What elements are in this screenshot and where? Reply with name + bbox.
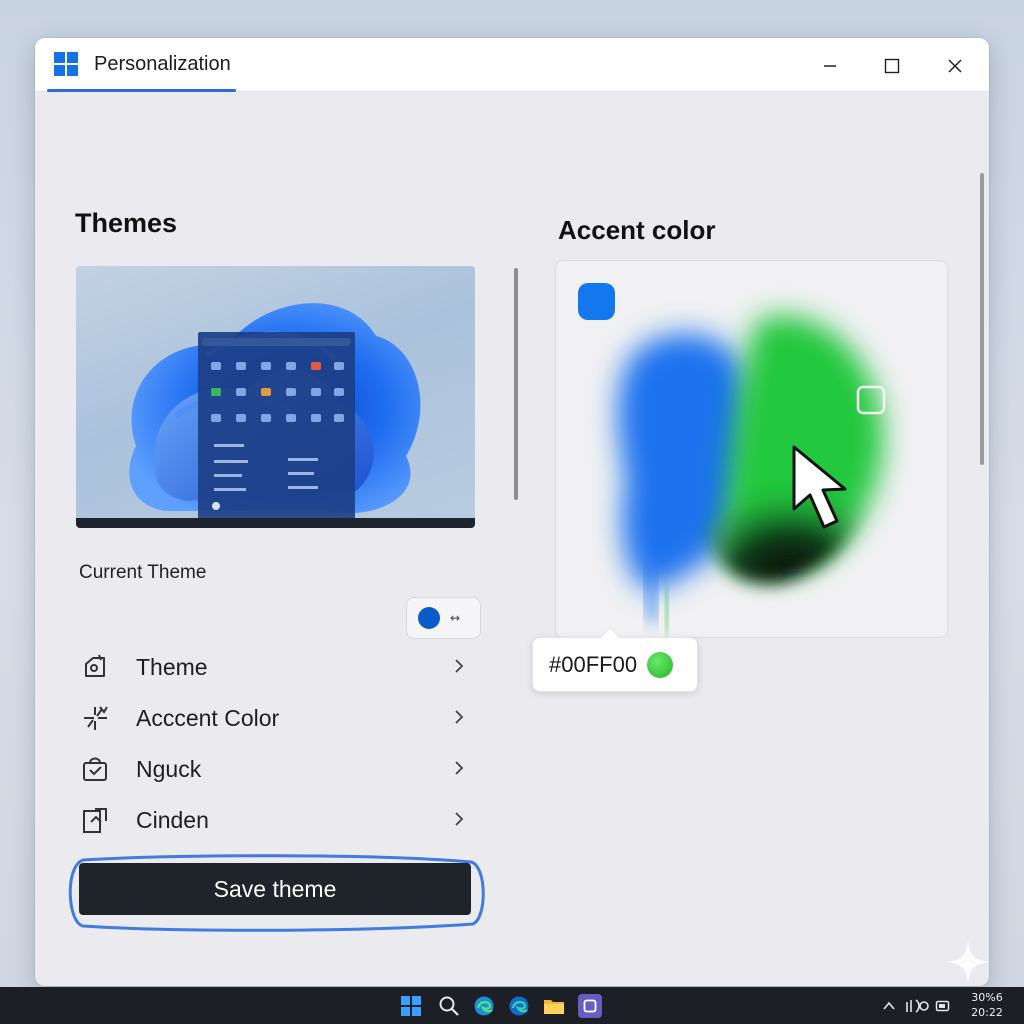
accent-color-picker-card [555, 260, 948, 638]
minimize-icon [824, 65, 836, 67]
swap-arrows-icon: ↔ [450, 611, 461, 625]
system-clock[interactable]: 30%6 20:22 [956, 990, 1018, 1020]
personalization-window: Personalization Themes Current Theme ↔ T… [35, 38, 989, 986]
tooltip-hex-value: #00FF00 [549, 651, 638, 677]
taskbar: 30%6 20:22 [0, 987, 1024, 1024]
maximize-button[interactable] [872, 46, 912, 86]
window-export-icon [79, 804, 111, 836]
menu-item-nguck[interactable]: Nguck [79, 747, 469, 791]
menu-item-label: Cinden [136, 806, 209, 833]
windows-logo-icon [54, 52, 78, 76]
menu-item-label: Acccent Color [136, 704, 280, 731]
search-button[interactable] [437, 994, 461, 1018]
tooltip-color-dot [647, 651, 674, 678]
edge-browser-2-button[interactable] [507, 994, 531, 1018]
clock-time: 30%6 [971, 991, 1003, 1004]
chevron-right-icon [455, 761, 464, 775]
clock-date: 20:22 [971, 1006, 1003, 1019]
active-app-button[interactable] [578, 994, 602, 1018]
title-tab-underline [47, 89, 236, 92]
search-icon [439, 996, 459, 1016]
edge-icon [474, 996, 494, 1016]
chevron-up-icon [883, 1001, 895, 1010]
start-button[interactable] [399, 994, 423, 1018]
themes-heading: Themes [75, 208, 178, 238]
menu-item-label: Theme [136, 653, 208, 680]
current-theme-label: Current Theme [79, 562, 207, 583]
accent-color-icon [79, 702, 111, 734]
window-title: Personalization [94, 53, 231, 75]
menu-item-cinden[interactable]: Cinden [79, 798, 469, 842]
chevron-right-icon [455, 812, 464, 826]
wifi-sound-icons [906, 999, 929, 1013]
sparkle-icon [946, 940, 990, 984]
save-theme-button[interactable]: Save theme [79, 863, 471, 915]
theme-color-chip[interactable]: ↔ [406, 597, 481, 639]
title-tab[interactable]: Personalization [47, 38, 237, 92]
chevron-right-icon [455, 659, 464, 673]
close-icon [948, 59, 962, 73]
right-scrollbar[interactable] [980, 173, 984, 465]
theme-preview-image[interactable] [76, 266, 475, 528]
preview-taskbar [76, 518, 475, 528]
color-hex-tooltip: #00FF00 [532, 627, 698, 692]
color-picker-field [617, 315, 886, 635]
close-button[interactable] [935, 46, 975, 86]
maximize-icon [884, 58, 900, 74]
menu-item-accent-color[interactable]: Acccent Color [79, 696, 469, 740]
battery-icon [935, 1000, 950, 1012]
left-scrollbar[interactable] [514, 268, 518, 500]
folder-icon [544, 1000, 564, 1014]
windows-start-icon [401, 996, 421, 1016]
minimize-button[interactable] [810, 46, 850, 86]
title-bar: Personalization [35, 38, 989, 92]
menu-item-label: Nguck [136, 755, 202, 782]
accent-color-heading: Accent color [558, 215, 716, 245]
theme-paint-icon [79, 651, 111, 683]
bag-icon [79, 753, 111, 785]
bloom-wallpaper-graphic [129, 303, 421, 520]
edge-browser-button[interactable] [472, 994, 496, 1018]
file-explorer-button[interactable] [542, 994, 566, 1018]
chevron-right-icon [455, 710, 464, 724]
edge-icon [509, 996, 529, 1016]
menu-item-theme[interactable]: Theme [79, 645, 469, 689]
app-window-icon [583, 999, 597, 1013]
theme-color-dot [418, 607, 440, 629]
selected-accent-swatch[interactable] [578, 283, 615, 320]
